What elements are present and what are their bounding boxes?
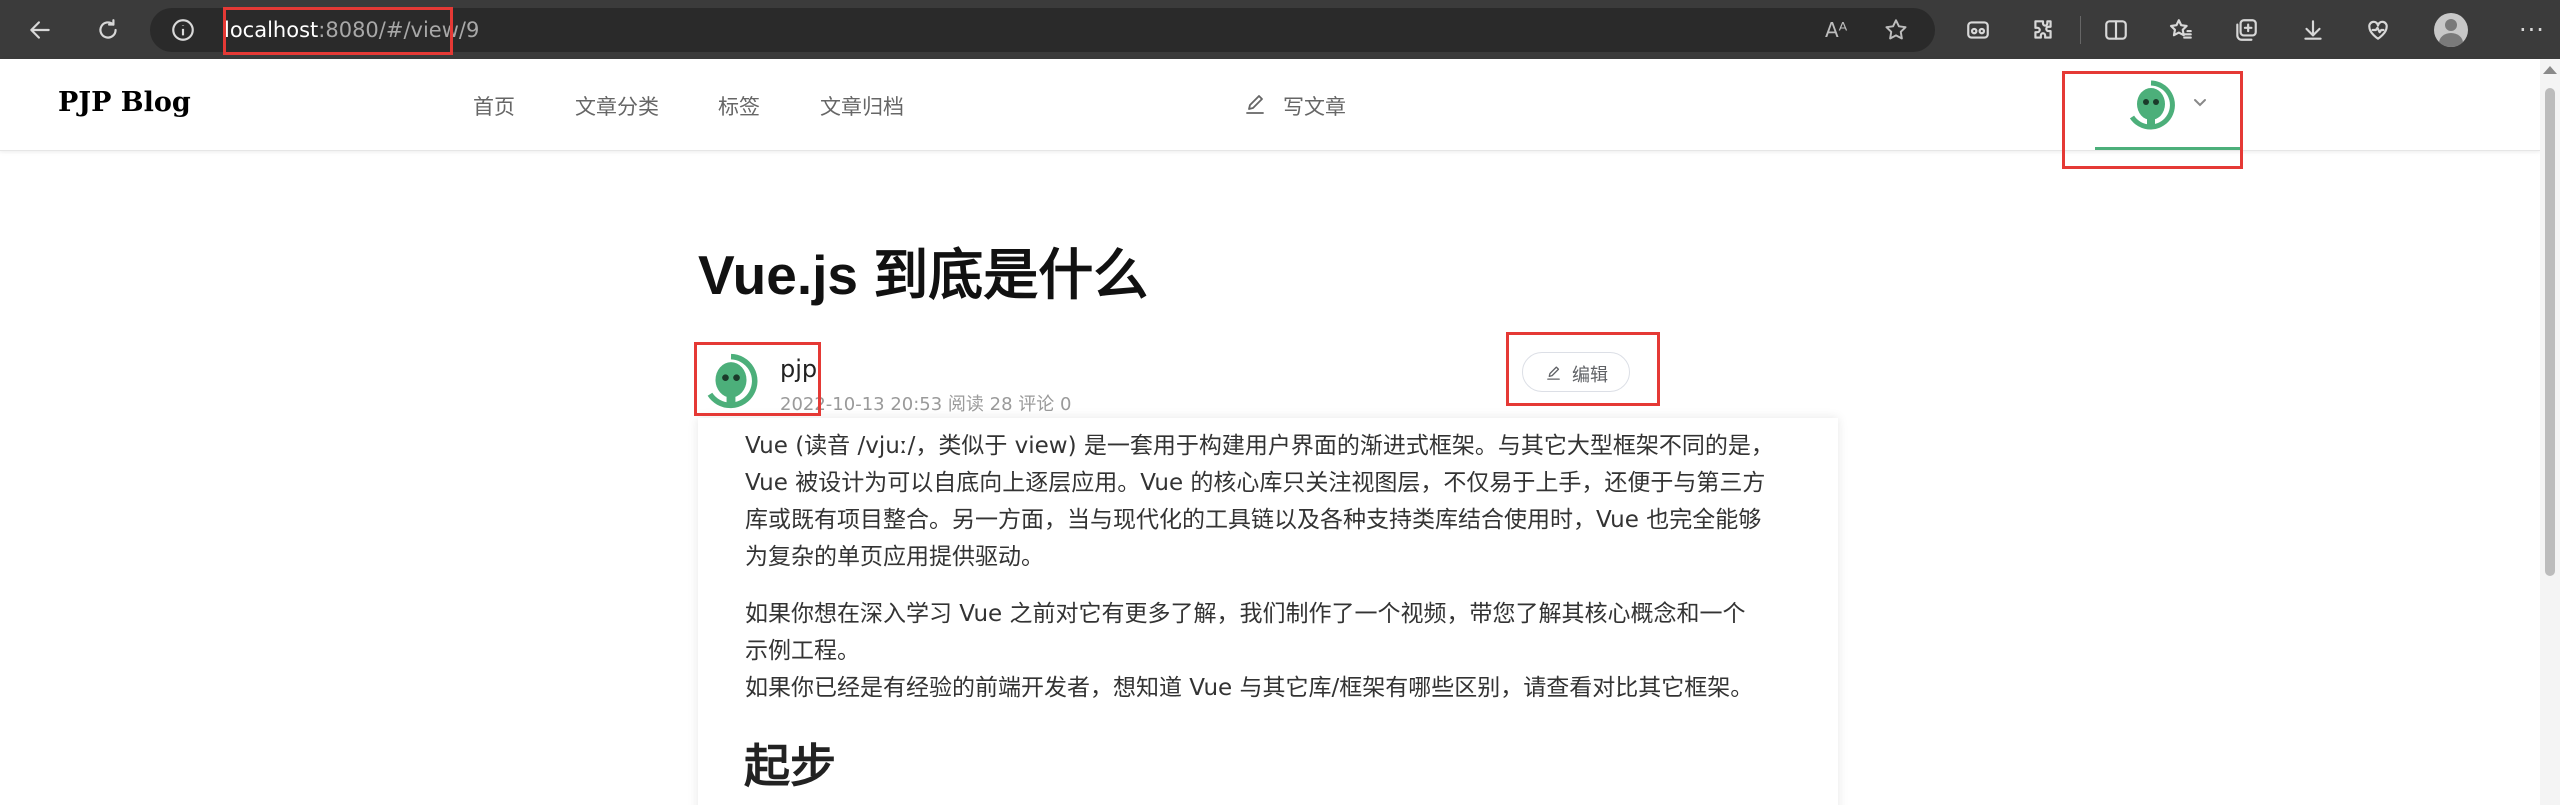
user-avatar[interactable] (2123, 77, 2179, 133)
author-name[interactable]: pjp (780, 355, 817, 383)
settings-menu-button[interactable]: ··· (2512, 10, 2552, 50)
downloads-button[interactable] (2293, 10, 2333, 50)
pen-icon (1246, 95, 1264, 114)
browser-toolbar: localhost:8080/#/view/9 Aᴬ ··· (0, 0, 2560, 59)
active-indicator (2095, 147, 2240, 150)
star-icon (1885, 19, 1907, 40)
address-bar[interactable]: localhost:8080/#/view/9 Aᴬ (150, 8, 1935, 52)
nav-categories[interactable]: 文章分类 (575, 91, 659, 121)
download-icon (2304, 20, 2322, 40)
back-button[interactable] (20, 10, 60, 50)
url-text[interactable]: localhost:8080/#/view/9 (224, 17, 479, 43)
section-heading: 起步 (744, 739, 836, 793)
toolbar-divider (2080, 16, 2081, 44)
split-screen-icon (2105, 20, 2127, 40)
paragraph-2-line-2: 示例工程。 (745, 638, 860, 664)
split-screen-button[interactable] (2096, 10, 2136, 50)
refresh-icon (99, 19, 117, 39)
article-meta: 2022-10-13 20:53 阅读 28 评论 0 (780, 394, 1072, 415)
site-header: PJP Blog 首页 文章分类 标签 文章归档 写文章 (0, 59, 2540, 151)
heart-pulse-icon (2368, 20, 2388, 40)
browser-essentials-button[interactable] (2358, 10, 2398, 50)
favorites-button[interactable] (2161, 10, 2201, 50)
profile-button[interactable] (2434, 13, 2468, 47)
puzzle-icon (2034, 20, 2052, 39)
profile-icon (2445, 19, 2457, 31)
profile-icon-body (2439, 33, 2463, 47)
paragraph-1-line-3: 库或既有项目整合。另一方面，当与现代化的工具链以及各种支持类库结合使用时，Vue… (745, 507, 1762, 533)
paragraph-2-line-1: 如果你想在深入学习 Vue 之前对它有更多了解，我们制作了一个视频，带您了解其核… (745, 601, 1746, 627)
edit-button[interactable]: 编辑 (1522, 352, 1630, 392)
write-article-label: 写文章 (1283, 95, 1346, 119)
user-menu-toggle[interactable] (2191, 93, 2209, 111)
page: localhost:8080/#/view/9 Aᴬ ··· PJP Blog … (0, 0, 2560, 805)
glasses-icon (1967, 21, 1989, 39)
edit-label: 编辑 (1572, 365, 1608, 386)
green-robot-avatar-icon (700, 350, 762, 412)
site-logo[interactable]: PJP Blog (58, 87, 191, 118)
info-icon (172, 19, 194, 41)
collections-icon (2236, 19, 2257, 41)
nav-home[interactable]: 首页 (473, 91, 515, 121)
extensions-button[interactable] (2023, 10, 2063, 50)
read-aloud-button[interactable]: Aᴬ (1825, 18, 1847, 42)
favorites-icon (2169, 19, 2192, 39)
url-host: localhost (224, 18, 319, 42)
site-info-button[interactable] (170, 17, 196, 43)
author-avatar[interactable] (700, 350, 762, 412)
arrow-left-icon (30, 21, 50, 39)
green-robot-avatar-icon (2123, 77, 2179, 133)
scrollbar-thumb[interactable] (2545, 88, 2555, 576)
collections-button[interactable] (2226, 10, 2266, 50)
nav-tags[interactable]: 标签 (718, 91, 760, 121)
pen-icon (1547, 366, 1560, 380)
paragraph-2-line-3: 如果你已经是有经验的前端开发者，想知道 Vue 与其它库/框架有哪些区别，请查看… (745, 675, 1754, 701)
url-path: :8080/#/view/9 (318, 18, 480, 42)
paragraph-1-line-2: Vue 被设计为可以自底向上逐层应用。Vue 的核心库只关注视图层，不仅易于上手… (745, 470, 1766, 496)
tracking-extension-button[interactable] (1958, 10, 1998, 50)
article-title: Vue.js 到底是什么 (698, 244, 1149, 306)
paragraph-1-line-1: Vue (读音 /vjuː/，类似于 view) 是一套用于构建用户界面的渐进式… (745, 433, 1774, 459)
nav-archive[interactable]: 文章归档 (820, 91, 904, 121)
chevron-down-icon (2194, 99, 2206, 107)
paragraph-1-line-4: 为复杂的单页应用提供驱动。 (745, 544, 1044, 570)
favorite-button[interactable] (1883, 17, 1909, 43)
scroll-up-arrow[interactable] (2543, 66, 2557, 74)
refresh-button[interactable] (88, 10, 128, 50)
